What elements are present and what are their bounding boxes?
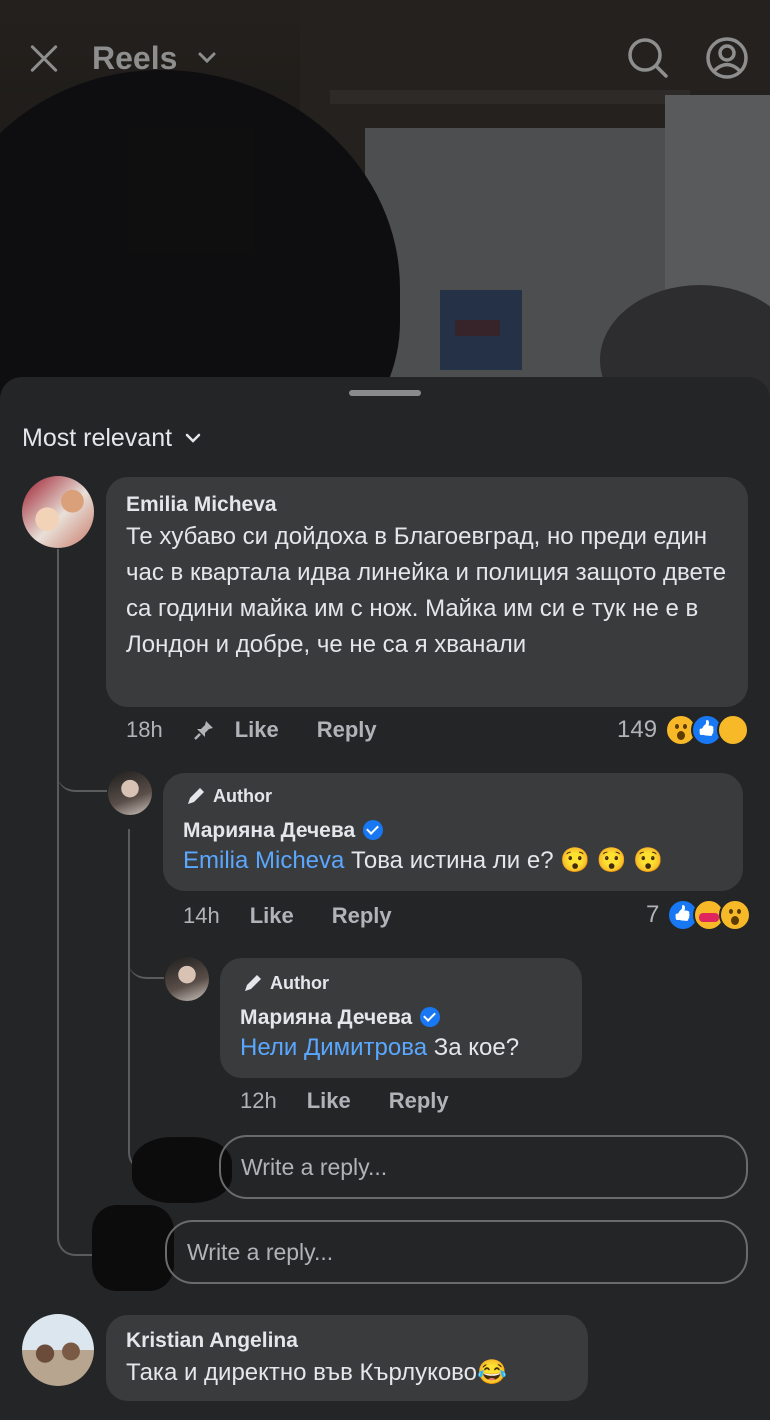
verified-icon [363,820,384,840]
sort-label: Most relevant [22,423,173,452]
reply-text: Нели Димитрова За кое? [240,1030,519,1066]
comment-bubble: Emilia Micheva Те хубаво си дойдоха в Бл… [106,477,748,707]
reels-title[interactable]: Reels [92,40,177,77]
reaction-count: 7 [646,901,660,928]
sad-reaction-icon [717,714,750,746]
reply-author-name: Марияна Дечева [240,1006,413,1029]
reply-time: 14h [183,903,220,928]
reply-body: За кое? [427,1034,520,1061]
reply-actions: 14h Like Reply [183,903,430,929]
reply-author[interactable]: Марияна Дечева [240,1004,441,1030]
mention-link[interactable]: Emilia Micheva [183,847,344,874]
redacted-avatar [92,1205,174,1291]
comment-time: 18h [126,717,163,742]
avatar[interactable] [165,957,209,1001]
comment-text: Така и директно във Кърлуково😂 [126,1359,507,1386]
reply-time: 12h [240,1088,277,1113]
reply-input-placeholder: Write a reply... [187,1238,334,1265]
pin-icon [193,721,213,740]
thread-connector [57,772,107,792]
comment-bubble: Kristian Angelina Така и директно във Къ… [106,1315,588,1401]
chevron-down-icon[interactable] [196,46,218,68]
verified-icon [420,1007,441,1027]
reply-input[interactable]: Write a reply... [165,1220,748,1284]
like-button[interactable]: Like [250,903,294,929]
reply-input-placeholder: Write a reply... [241,1153,388,1180]
author-badge: Author [242,972,329,994]
sheet-drag-handle[interactable] [349,390,421,396]
reply-author-name: Марияна Дечева [183,819,356,842]
reply-text: Emilia Micheva Това истина ли е? 😯 😯 😯 [183,843,663,879]
comment-actions: 18h Like Reply [126,717,415,743]
avatar[interactable] [108,771,152,815]
pen-icon [245,975,261,991]
reels-topbar: Reels [0,28,770,88]
avatar[interactable] [22,1314,94,1386]
close-icon[interactable] [24,38,64,78]
chevron-down-icon [185,433,201,443]
reply-button[interactable]: Reply [389,1088,449,1114]
author-badge: Author [185,785,272,807]
reply-button[interactable]: Reply [332,903,392,929]
wow-reaction-icon [719,899,752,931]
comments-sheet: Most relevant Emilia Micheva Те хубаво с… [0,377,770,1420]
comment-text: Те хубаво си дойдоха в Благоевград, но п… [126,523,727,658]
like-button[interactable]: Like [235,717,279,743]
profile-icon[interactable] [705,36,749,80]
thread-line [57,549,99,1256]
reply-button[interactable]: Reply [317,717,377,743]
mention-link[interactable]: Нели Димитрова [240,1034,427,1061]
reply-bubble: Author Марияна Дечева Нели Димитрова За … [220,958,582,1078]
reply-body: Това истина ли е? 😯 😯 😯 [344,847,664,874]
author-badge-label: Author [213,785,272,806]
comment-author[interactable]: Emilia Micheva [126,493,277,517]
reaction-summary[interactable]: 7 [646,899,752,931]
reply-input[interactable]: Write a reply... [219,1135,748,1199]
pen-icon [188,788,204,804]
thread-line-nested [128,829,164,1171]
reel-video[interactable]: Reels [0,0,770,400]
reply-actions: 12h Like Reply [240,1088,487,1114]
avatar[interactable] [22,476,94,548]
sort-dropdown[interactable]: Most relevant [22,421,202,455]
reaction-summary[interactable]: 149 [617,714,750,746]
search-icon[interactable] [626,36,670,80]
author-badge-label: Author [270,972,329,993]
reply-author[interactable]: Марияна Дечева [183,817,384,843]
reaction-count: 149 [617,716,658,743]
redacted-avatar [132,1137,232,1203]
reply-bubble: Author Марияна Дечева Emilia Micheva Тов… [163,773,743,891]
like-button[interactable]: Like [307,1088,351,1114]
comment-author[interactable]: Kristian Angelina [126,1329,298,1353]
